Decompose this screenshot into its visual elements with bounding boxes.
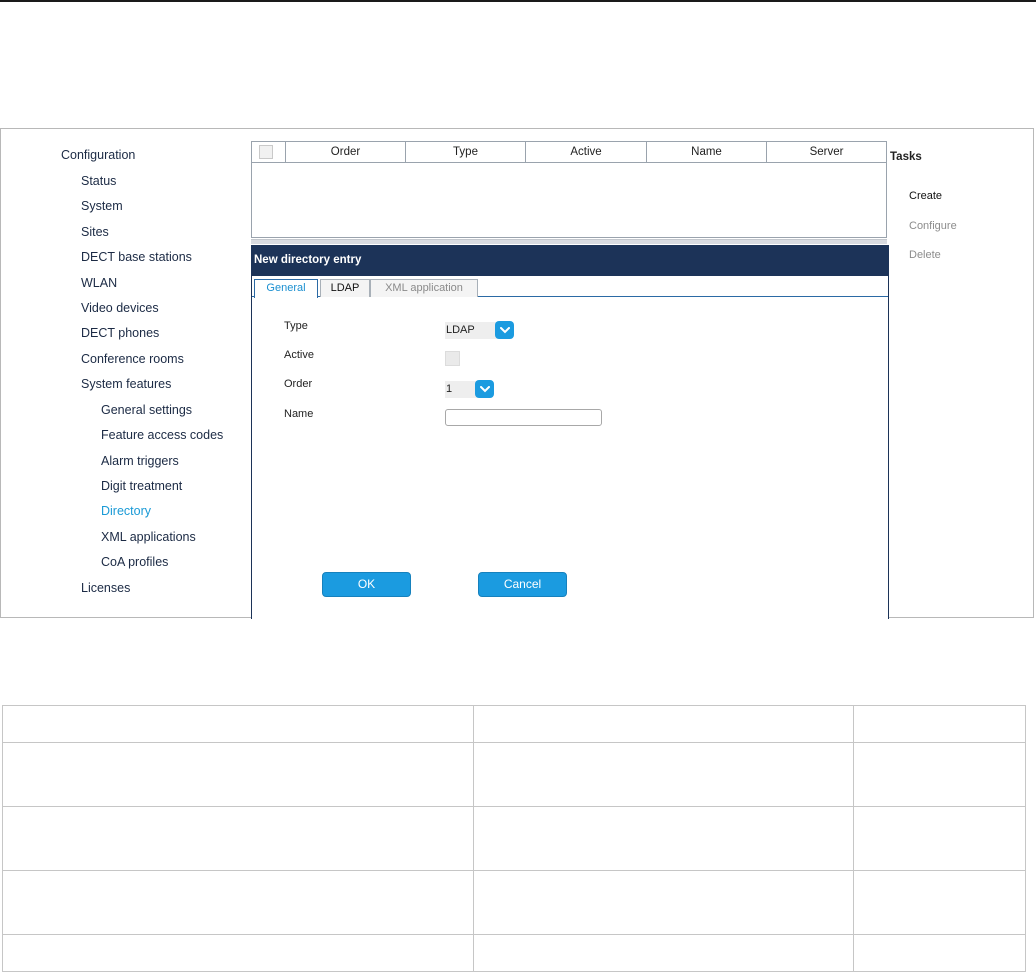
- new-entry-panel: New directory entry General LDAP XML app…: [251, 245, 889, 619]
- nav-item-status[interactable]: Status: [81, 174, 116, 188]
- table-cell: [2, 806, 474, 871]
- empty-table: [2, 705, 1026, 972]
- tasks-title: Tasks: [890, 151, 922, 163]
- type-select[interactable]: LDAP: [445, 321, 515, 339]
- column-header-active[interactable]: Active: [526, 142, 647, 162]
- tab-ldap[interactable]: LDAP: [320, 279, 370, 297]
- order-select[interactable]: 1: [445, 380, 495, 398]
- table-row: [2, 742, 1026, 807]
- table-cell: [473, 806, 854, 871]
- table-cell: [853, 934, 1026, 972]
- table-cell: [2, 742, 474, 807]
- directory-grid: Order Type Active Name Server: [251, 141, 887, 238]
- table-cell: [853, 806, 1026, 871]
- table-cell: [473, 870, 854, 935]
- type-select-value: LDAP: [445, 322, 497, 339]
- nav-item-conference-rooms[interactable]: Conference rooms: [81, 352, 184, 366]
- nav-item-configuration[interactable]: Configuration: [61, 148, 135, 162]
- nav-item-xml-applications[interactable]: XML applications: [101, 530, 196, 544]
- nav-item-feature-access-codes[interactable]: Feature access codes: [101, 428, 223, 442]
- nav-item-digit-treatment[interactable]: Digit treatment: [101, 479, 182, 493]
- table-cell: [853, 742, 1026, 807]
- task-delete[interactable]: Delete: [909, 249, 941, 261]
- column-header-type[interactable]: Type: [406, 142, 526, 162]
- ok-button[interactable]: OK: [322, 572, 411, 597]
- table-cell: [473, 705, 854, 743]
- chevron-down-icon[interactable]: [495, 321, 514, 339]
- select-all-checkbox[interactable]: [259, 145, 273, 159]
- sidebar-nav: Configuration Status System Sites DECT b…: [1, 129, 249, 617]
- order-label: Order: [284, 378, 313, 390]
- nav-item-system-features[interactable]: System features: [81, 377, 171, 391]
- type-label: Type: [284, 320, 308, 332]
- table-cell: [2, 870, 474, 935]
- active-checkbox[interactable]: [445, 351, 460, 366]
- nav-item-directory[interactable]: Directory: [101, 504, 151, 518]
- grid-header: Order Type Active Name Server: [252, 142, 886, 163]
- column-header-name[interactable]: Name: [647, 142, 767, 162]
- table-row: [2, 806, 1026, 871]
- app-window: Configuration Status System Sites DECT b…: [0, 128, 1034, 619]
- column-header-server[interactable]: Server: [767, 142, 886, 162]
- table-cell: [853, 870, 1026, 935]
- nav-item-wlan[interactable]: WLAN: [81, 276, 117, 290]
- nav-item-general-settings[interactable]: General settings: [101, 403, 192, 417]
- panel-tabs: General LDAP XML application: [252, 279, 888, 298]
- table-cell: [2, 934, 474, 972]
- nav-item-video-devices[interactable]: Video devices: [81, 301, 159, 315]
- tab-xml-application[interactable]: XML application: [370, 279, 478, 297]
- top-divider: [0, 0, 1036, 2]
- table-row: [2, 705, 1026, 743]
- chevron-down-icon[interactable]: [475, 380, 494, 398]
- nav-item-coa-profiles[interactable]: CoA profiles: [101, 555, 168, 569]
- cancel-button[interactable]: Cancel: [478, 572, 567, 597]
- nav-item-licenses[interactable]: Licenses: [81, 581, 130, 595]
- name-label: Name: [284, 408, 314, 420]
- table-cell: [473, 934, 854, 972]
- nav-item-sites[interactable]: Sites: [81, 225, 109, 239]
- nav-item-system[interactable]: System: [81, 199, 123, 213]
- active-label: Active: [284, 349, 314, 361]
- table-row: [2, 870, 1026, 935]
- order-select-value: 1: [445, 381, 477, 398]
- table-cell: [2, 705, 474, 743]
- name-input[interactable]: [445, 409, 602, 426]
- tab-general[interactable]: General: [254, 279, 318, 298]
- table-row: [2, 934, 1026, 972]
- panel-title: New directory entry: [252, 245, 888, 276]
- table-cell: [473, 742, 854, 807]
- nav-item-alarm-triggers[interactable]: Alarm triggers: [101, 454, 179, 468]
- task-configure[interactable]: Configure: [909, 220, 957, 232]
- task-create[interactable]: Create: [909, 190, 942, 202]
- nav-item-dect-base-stations[interactable]: DECT base stations: [81, 250, 192, 264]
- nav-item-dect-phones[interactable]: DECT phones: [81, 326, 159, 340]
- column-header-order[interactable]: Order: [286, 142, 406, 162]
- table-cell: [853, 705, 1026, 743]
- grid-select-all-cell: [252, 142, 286, 162]
- pane-splitter[interactable]: [251, 239, 887, 244]
